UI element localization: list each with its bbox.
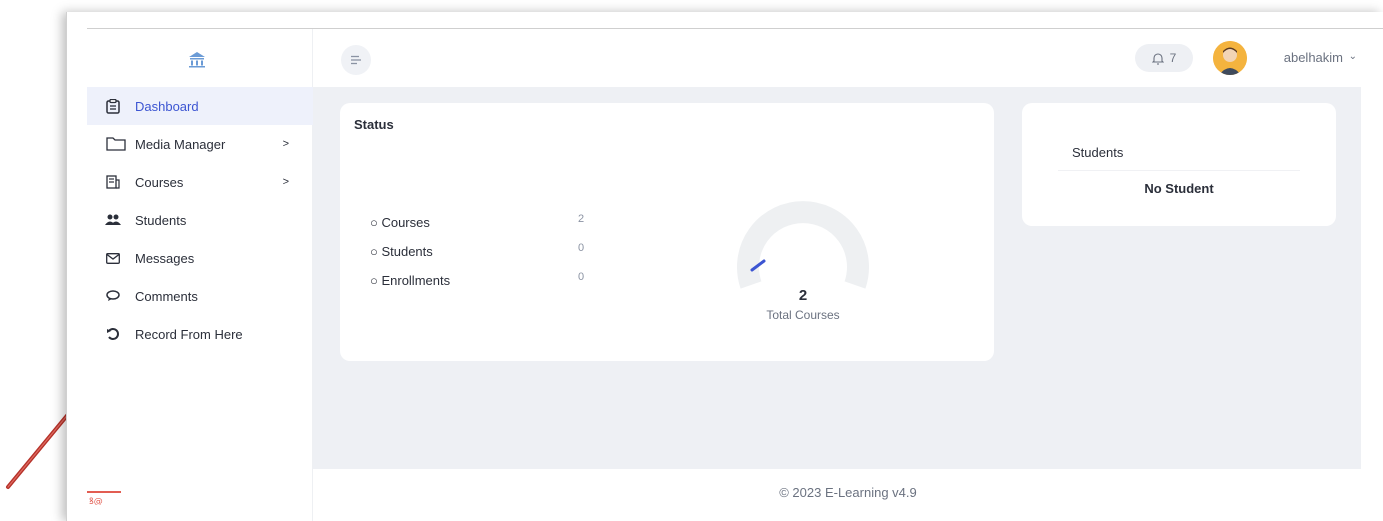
sidebar-item-students[interactable]: Students xyxy=(87,201,313,239)
bell-icon xyxy=(1151,52,1164,65)
sidebar-item-label: Record From Here xyxy=(135,326,243,342)
gauge-value: 2 xyxy=(798,287,808,304)
stat-value: 0 xyxy=(578,242,585,254)
notification-count: 7 xyxy=(1169,51,1177,65)
stat-row-courses: ○ Courses 2 xyxy=(370,213,600,244)
notifications-button[interactable]: 7 xyxy=(1135,44,1193,72)
sidebar-item-media-manager[interactable]: Media Manager > xyxy=(87,125,313,163)
sidebar-nav: Dashboard Media Manager > Courses > Stud… xyxy=(87,87,313,353)
avatar[interactable] xyxy=(1213,41,1247,75)
stat-list: ○ Courses 2 ○ Students 0 ○ Enrollments 0 xyxy=(370,213,600,302)
sidebar-item-label: Courses xyxy=(135,174,184,190)
app-window: Dashboard Media Manager > Courses > Stud… xyxy=(66,12,1383,521)
status-card: Status ○ Courses 2 ○ Students 0 ○ Enroll… xyxy=(340,103,994,361)
sidebar-item-label: Dashboard xyxy=(135,98,199,114)
school-logo-icon[interactable] xyxy=(187,51,207,69)
screenshot-stage: Dashboard Media Manager > Courses > Stud… xyxy=(0,0,1383,521)
stat-label: ○ Enrollments xyxy=(370,273,451,288)
sidebar-item-dashboard[interactable]: Dashboard xyxy=(87,87,313,125)
chevron-down-icon[interactable]: ⌄ xyxy=(1349,51,1357,62)
footer-copyright: © 2023 E-Learning v4.9 xyxy=(779,485,917,500)
stat-row-enrollments: ○ Enrollments 0 xyxy=(370,271,600,302)
sidebar-item-label: Messages xyxy=(135,250,195,266)
top-header: 7 abelhakim ⌄ xyxy=(313,29,1383,87)
sidebar-item-courses[interactable]: Courses > xyxy=(87,163,313,201)
sidebar-item-label: Students xyxy=(135,212,187,228)
stat-value: 2 xyxy=(578,213,585,225)
sidebar-item-record-from-here[interactable]: Record From Here xyxy=(87,315,313,353)
users-icon xyxy=(105,212,121,228)
red-logo-mark-icon: ꝸ@ xyxy=(87,491,121,505)
footer: © 2023 E-Learning v4.9 xyxy=(313,469,1383,521)
students-card: Students No Student xyxy=(1022,103,1336,226)
chevron-right-icon: > xyxy=(282,138,289,150)
sidebar-item-comments[interactable]: Comments xyxy=(87,277,313,315)
svg-text:ꝸ@: ꝸ@ xyxy=(89,497,103,505)
menu-toggle-button[interactable] xyxy=(341,45,371,75)
menu-lines-icon xyxy=(351,55,361,65)
students-card-title: Students xyxy=(1072,145,1124,160)
gauge-label: Total Courses xyxy=(766,308,840,322)
sidebar-item-label: Media Manager xyxy=(135,136,226,152)
envelope-icon xyxy=(105,250,121,266)
user-avatar-icon xyxy=(1213,41,1247,75)
chevron-right-icon: > xyxy=(282,176,289,188)
folder-icon xyxy=(105,136,127,152)
courses-icon xyxy=(105,174,121,190)
username-label[interactable]: abelhakim xyxy=(1284,50,1343,65)
empty-state-text: No Student xyxy=(1144,181,1214,196)
divider xyxy=(1058,170,1300,171)
sidebar: Dashboard Media Manager > Courses > Stud… xyxy=(67,29,313,521)
sidebar-item-label: Comments xyxy=(135,288,198,304)
comment-icon xyxy=(105,288,121,304)
stat-value: 0 xyxy=(578,271,585,283)
sidebar-item-messages[interactable]: Messages xyxy=(87,239,313,277)
stat-label: ○ Students xyxy=(370,244,433,259)
status-card-title: Status xyxy=(354,117,394,132)
stat-row-students: ○ Students 0 xyxy=(370,242,600,273)
clipboard-icon xyxy=(105,98,121,114)
record-icon xyxy=(105,326,121,342)
stat-label: ○ Courses xyxy=(370,215,430,230)
main-content: Status ○ Courses 2 ○ Students 0 ○ Enroll… xyxy=(313,87,1361,469)
